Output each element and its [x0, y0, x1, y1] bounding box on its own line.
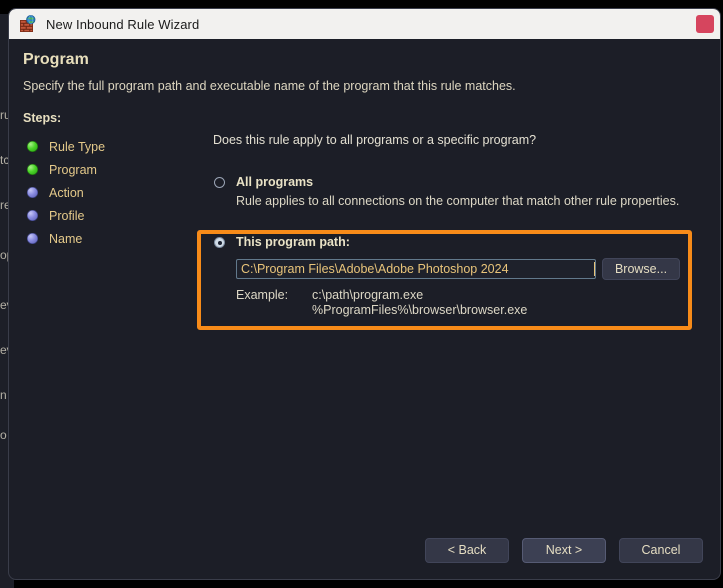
- steps-sidebar: Steps: Rule Type Program Action Profile …: [23, 111, 193, 250]
- sidebar-item-label: Action: [49, 185, 84, 200]
- question-text: Does this rule apply to all programs or …: [213, 133, 537, 147]
- option-all-programs-description: Rule applies to all connections on the c…: [236, 194, 680, 208]
- option-all-programs-label: All programs: [236, 175, 314, 189]
- step-status-bullet-icon: [27, 233, 38, 244]
- sidebar-item-label: Rule Type: [49, 139, 106, 154]
- sidebar-item-label: Name: [49, 231, 83, 246]
- wizard-header: Program Specify the full program path an…: [9, 39, 720, 101]
- back-button[interactable]: < Back: [425, 538, 509, 563]
- example-value: c:\path\program.exe: [312, 288, 424, 302]
- window-title: New Inbound Rule Wizard: [46, 16, 200, 32]
- radio-this-program-path[interactable]: [214, 237, 225, 248]
- step-status-bullet-icon: [27, 164, 38, 175]
- next-button[interactable]: Next >: [522, 538, 606, 563]
- step-status-bullet-icon: [27, 210, 38, 221]
- browse-button[interactable]: Browse...: [602, 258, 680, 280]
- text-cursor-icon: [594, 262, 595, 276]
- program-path-input[interactable]: [236, 259, 596, 279]
- option-this-program-path[interactable]: This program path: Browse... Example: c:…: [213, 235, 703, 318]
- wizard-footer: < Back Next > Cancel: [9, 538, 720, 563]
- close-icon[interactable]: [696, 15, 714, 33]
- example-value: %ProgramFiles%\browser\browser.exe: [312, 303, 528, 317]
- cancel-button[interactable]: Cancel: [619, 538, 703, 563]
- page-title: Program: [23, 51, 89, 68]
- page-subtitle: Specify the full program path and execut…: [23, 79, 516, 93]
- sidebar-item-program[interactable]: Program: [23, 158, 193, 181]
- step-status-bullet-icon: [27, 187, 38, 198]
- step-status-bullet-icon: [27, 141, 38, 152]
- option-all-programs[interactable]: All programs Rule applies to all connect…: [213, 175, 703, 208]
- radio-all-programs[interactable]: [214, 177, 225, 188]
- sidebar-item-profile[interactable]: Profile: [23, 204, 193, 227]
- program-path-row: Browse...: [236, 258, 703, 280]
- main-content: Does this rule apply to all programs or …: [213, 111, 703, 318]
- sidebar-item-label: Program: [49, 162, 97, 177]
- example-label: Example:: [236, 288, 289, 302]
- sidebar-item-action[interactable]: Action: [23, 181, 193, 204]
- option-this-program-path-label: This program path:: [236, 235, 350, 249]
- sidebar-item-rule-type[interactable]: Rule Type: [23, 135, 193, 158]
- new-inbound-rule-wizard-dialog: New Inbound Rule Wizard Program Specify …: [8, 8, 721, 580]
- sidebar-item-label: Profile: [49, 208, 85, 223]
- steps-heading: Steps:: [23, 111, 62, 125]
- example-values: c:\path\program.exe %ProgramFiles%\brows…: [312, 288, 527, 318]
- title-bar[interactable]: New Inbound Rule Wizard: [9, 9, 720, 39]
- firewall-brick-wall-globe-icon: [19, 15, 37, 33]
- sidebar-item-name[interactable]: Name: [23, 227, 193, 250]
- example-hint: Example: c:\path\program.exe %ProgramFil…: [236, 288, 703, 318]
